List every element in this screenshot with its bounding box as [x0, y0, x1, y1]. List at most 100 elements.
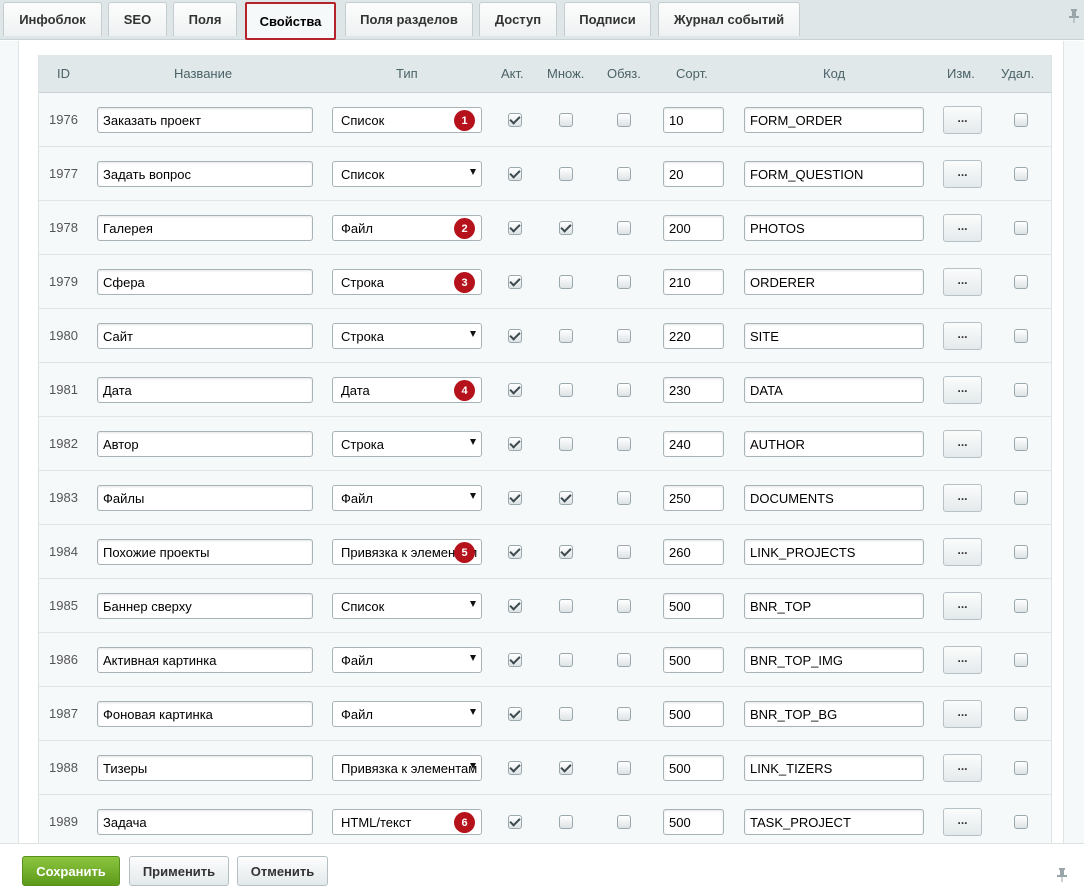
code-input[interactable]: LINK_TIZERS [744, 755, 924, 781]
delete-checkbox[interactable] [1014, 167, 1028, 181]
active-checkbox[interactable] [508, 761, 522, 775]
type-select[interactable]: Привязка к элементам [332, 755, 482, 781]
sort-input[interactable]: 220 [663, 323, 724, 349]
delete-checkbox[interactable] [1014, 761, 1028, 775]
required-checkbox[interactable] [617, 653, 631, 667]
edit-button[interactable]: ... [943, 430, 982, 458]
multiple-checkbox[interactable] [559, 221, 573, 235]
name-input[interactable]: Дата [97, 377, 313, 403]
active-checkbox[interactable] [508, 707, 522, 721]
edit-button[interactable]: ... [943, 106, 982, 134]
sort-input[interactable]: 240 [663, 431, 724, 457]
required-checkbox[interactable] [617, 761, 631, 775]
required-checkbox[interactable] [617, 383, 631, 397]
active-checkbox[interactable] [508, 383, 522, 397]
type-select[interactable]: Список [332, 593, 482, 619]
save-button[interactable]: Сохранить [22, 856, 120, 886]
code-input[interactable]: LINK_PROJECTS [744, 539, 924, 565]
delete-checkbox[interactable] [1014, 329, 1028, 343]
tab-infoblock[interactable]: Инфоблок [3, 2, 102, 36]
code-input[interactable]: PHOTOS [744, 215, 924, 241]
active-checkbox[interactable] [508, 275, 522, 289]
required-checkbox[interactable] [617, 167, 631, 181]
delete-checkbox[interactable] [1014, 437, 1028, 451]
sort-input[interactable]: 230 [663, 377, 724, 403]
pin-icon[interactable] [1057, 868, 1067, 882]
edit-button[interactable]: ... [943, 592, 982, 620]
active-checkbox[interactable] [508, 329, 522, 343]
active-checkbox[interactable] [508, 221, 522, 235]
multiple-checkbox[interactable] [559, 167, 573, 181]
sort-input[interactable]: 500 [663, 701, 724, 727]
required-checkbox[interactable] [617, 707, 631, 721]
multiple-checkbox[interactable] [559, 437, 573, 451]
delete-checkbox[interactable] [1014, 383, 1028, 397]
delete-checkbox[interactable] [1014, 113, 1028, 127]
active-checkbox[interactable] [508, 545, 522, 559]
tab-section-fields[interactable]: Поля разделов [345, 2, 473, 36]
delete-checkbox[interactable] [1014, 815, 1028, 829]
edit-button[interactable]: ... [943, 160, 982, 188]
edit-button[interactable]: ... [943, 484, 982, 512]
edit-button[interactable]: ... [943, 646, 982, 674]
name-input[interactable]: Автор [97, 431, 313, 457]
delete-checkbox[interactable] [1014, 653, 1028, 667]
code-input[interactable]: ORDERER [744, 269, 924, 295]
active-checkbox[interactable] [508, 815, 522, 829]
sort-input[interactable]: 200 [663, 215, 724, 241]
edit-button[interactable]: ... [943, 538, 982, 566]
delete-checkbox[interactable] [1014, 707, 1028, 721]
name-input[interactable]: Сфера [97, 269, 313, 295]
type-select[interactable]: Файл [332, 701, 482, 727]
apply-button[interactable]: Применить [129, 856, 229, 886]
sort-input[interactable]: 250 [663, 485, 724, 511]
required-checkbox[interactable] [617, 329, 631, 343]
sort-input[interactable]: 260 [663, 539, 724, 565]
name-input[interactable]: Галерея [97, 215, 313, 241]
active-checkbox[interactable] [508, 167, 522, 181]
sort-input[interactable]: 500 [663, 755, 724, 781]
required-checkbox[interactable] [617, 275, 631, 289]
tab-captions[interactable]: Подписи [564, 2, 651, 36]
edit-button[interactable]: ... [943, 808, 982, 836]
tab-access[interactable]: Доступ [479, 2, 557, 36]
name-input[interactable]: Файлы [97, 485, 313, 511]
active-checkbox[interactable] [508, 599, 522, 613]
code-input[interactable]: FORM_QUESTION [744, 161, 924, 187]
type-select[interactable]: Файл [332, 647, 482, 673]
multiple-checkbox[interactable] [559, 491, 573, 505]
name-input[interactable]: Задать вопрос [97, 161, 313, 187]
name-input[interactable]: Задача [97, 809, 313, 835]
edit-button[interactable]: ... [943, 376, 982, 404]
active-checkbox[interactable] [508, 113, 522, 127]
pin-icon[interactable] [1069, 9, 1079, 23]
required-checkbox[interactable] [617, 437, 631, 451]
code-input[interactable]: BNR_TOP_BG [744, 701, 924, 727]
edit-button[interactable]: ... [943, 214, 982, 242]
delete-checkbox[interactable] [1014, 545, 1028, 559]
sort-input[interactable]: 210 [663, 269, 724, 295]
sort-input[interactable]: 20 [663, 161, 724, 187]
code-input[interactable]: BNR_TOP [744, 593, 924, 619]
multiple-checkbox[interactable] [559, 113, 573, 127]
required-checkbox[interactable] [617, 599, 631, 613]
multiple-checkbox[interactable] [559, 815, 573, 829]
multiple-checkbox[interactable] [559, 761, 573, 775]
required-checkbox[interactable] [617, 491, 631, 505]
name-input[interactable]: Баннер сверху [97, 593, 313, 619]
tab-fields[interactable]: Поля [173, 2, 237, 36]
multiple-checkbox[interactable] [559, 707, 573, 721]
delete-checkbox[interactable] [1014, 491, 1028, 505]
name-input[interactable]: Похожие проекты [97, 539, 313, 565]
delete-checkbox[interactable] [1014, 221, 1028, 235]
sort-input[interactable]: 500 [663, 647, 724, 673]
multiple-checkbox[interactable] [559, 275, 573, 289]
type-select[interactable]: Строка [332, 323, 482, 349]
sort-input[interactable]: 500 [663, 809, 724, 835]
active-checkbox[interactable] [508, 437, 522, 451]
multiple-checkbox[interactable] [559, 383, 573, 397]
multiple-checkbox[interactable] [559, 599, 573, 613]
multiple-checkbox[interactable] [559, 545, 573, 559]
code-input[interactable]: AUTHOR [744, 431, 924, 457]
code-input[interactable]: FORM_ORDER [744, 107, 924, 133]
